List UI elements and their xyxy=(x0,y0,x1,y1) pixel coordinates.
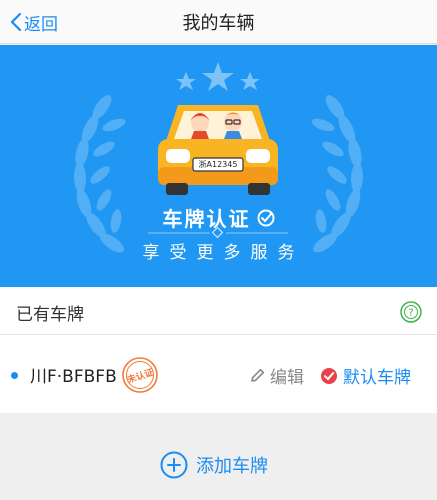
pencil-icon xyxy=(251,368,265,382)
banner-title-text: 车牌认证 xyxy=(162,207,251,231)
help-icon[interactable]: ? xyxy=(400,301,422,323)
existing-plates-header: 已有车牌 ? xyxy=(0,287,437,335)
add-plate-label: 添加车牌 xyxy=(196,456,268,477)
add-plate-button[interactable]: 添加车牌 xyxy=(160,451,268,479)
add-plate-area: 添加车牌 xyxy=(0,413,437,500)
banner-title: 车牌认证 xyxy=(0,203,437,232)
nav-bar: 返回 我的车辆 xyxy=(0,0,437,44)
plate-list-item[interactable]: 川F·BFBFB 未认证 编辑 默认车牌 xyxy=(0,335,437,413)
car-plate-text: 浙A12345 xyxy=(198,160,238,169)
plate-number: 川F·BFBFB xyxy=(30,367,117,387)
check-circle-icon xyxy=(257,209,274,226)
section-label: 已有车牌 xyxy=(16,305,84,325)
default-label: 默认车牌 xyxy=(343,368,411,388)
banner-subtitle: 享受更多服务 xyxy=(142,243,305,263)
edit-label: 编辑 xyxy=(270,368,304,388)
default-plate-button[interactable]: 默认车牌 xyxy=(320,363,411,388)
svg-text:?: ? xyxy=(408,308,413,319)
check-circle-filled-icon xyxy=(321,367,337,384)
plus-circle-icon xyxy=(160,451,188,479)
edit-button[interactable]: 编辑 xyxy=(249,363,304,388)
bullet-dot xyxy=(11,372,18,379)
page-title: 我的车辆 xyxy=(182,13,255,34)
certification-banner[interactable]: 浙A12345 车牌认证 享受更多服务 xyxy=(0,45,437,287)
